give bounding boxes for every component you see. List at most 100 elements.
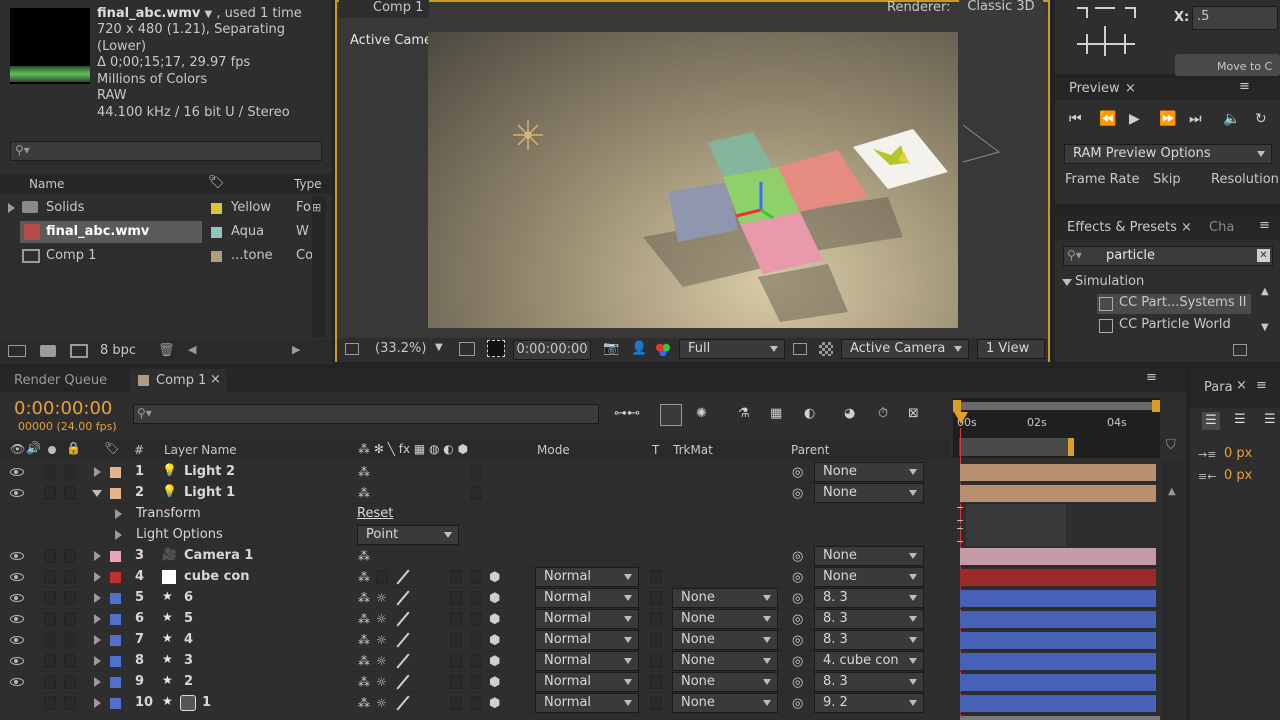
- align-grid-icon[interactable]: [1075, 6, 1137, 58]
- brainstorm-icon[interactable]: ◐: [804, 406, 815, 421]
- light-type-dropdown[interactable]: Point: [357, 525, 459, 545]
- layer-name[interactable]: 3: [184, 653, 193, 668]
- 3d-layer-icon[interactable]: ⬢: [489, 591, 500, 606]
- keyframe-nav-icon[interactable]: [957, 528, 963, 542]
- quality-icon[interactable]: [396, 675, 410, 689]
- preserve-transparency-box[interactable]: [650, 654, 662, 668]
- expand-icon[interactable]: [94, 551, 101, 561]
- panel-menu-icon[interactable]: ≡: [1256, 378, 1267, 393]
- 3d-layer-icon[interactable]: ⬢: [489, 612, 500, 627]
- preserve-transparency-box[interactable]: [650, 591, 662, 605]
- mode-dropdown[interactable]: Normal: [535, 630, 639, 650]
- new-folder-icon[interactable]: [40, 345, 56, 357]
- draft-3d-icon[interactable]: [660, 404, 682, 426]
- layer-duration-bar[interactable]: [960, 674, 1156, 691]
- keyframe-nav-icon[interactable]: [957, 507, 963, 521]
- col-type[interactable]: Type: [294, 177, 322, 191]
- graph-editor-icon[interactable]: ⊠: [908, 406, 919, 421]
- parent-dropdown[interactable]: None: [814, 567, 924, 587]
- pick-whip-icon[interactable]: ◎: [792, 612, 803, 627]
- trash-icon[interactable]: 🗑: [158, 343, 175, 358]
- trkmat-dropdown[interactable]: None: [672, 588, 778, 608]
- label-swatch[interactable]: [110, 656, 121, 667]
- layer-row[interactable]: 5 ★ 6 ⁂ ☼ ⬢ Normal None ◎ 8. 3: [0, 588, 1160, 609]
- label-swatch[interactable]: [110, 467, 121, 478]
- collapse-transform-icon[interactable]: ☼: [376, 696, 387, 710]
- switch-box[interactable]: [450, 696, 462, 710]
- layer-row[interactable]: 9 ★ 2 ⁂ ☼ ⬢ Normal None ◎ 8. 3: [0, 672, 1160, 693]
- layer-name[interactable]: 5: [184, 611, 193, 626]
- effect-item-cc-particle-systems[interactable]: CC Part...Systems II: [1097, 294, 1251, 314]
- label-tag-icon[interactable]: 🏷: [104, 441, 119, 455]
- chevron-down-icon[interactable]: ▼: [435, 342, 443, 353]
- layer-name[interactable]: 1: [202, 695, 211, 710]
- bpc-toggle[interactable]: 8 bpc: [100, 343, 136, 358]
- expand-icon[interactable]: [8, 203, 15, 213]
- switch-box[interactable]: [470, 633, 482, 647]
- switch-box[interactable]: [470, 612, 482, 626]
- mode-dropdown[interactable]: Normal: [535, 588, 639, 608]
- switch-box[interactable]: [470, 696, 482, 710]
- first-frame-icon[interactable]: ⏮: [1069, 111, 1082, 127]
- parent-dropdown[interactable]: 9. 2: [814, 693, 924, 713]
- col-trkmat[interactable]: TrkMat: [673, 443, 713, 457]
- channel-icon[interactable]: [655, 342, 671, 356]
- eye-icon[interactable]: [10, 636, 24, 644]
- project-item-solids[interactable]: Solids Yellow Fo: [0, 197, 332, 219]
- col-mode[interactable]: Mode: [537, 443, 570, 457]
- switch-box[interactable]: [64, 633, 76, 647]
- switch-box[interactable]: [470, 486, 482, 500]
- project-scrollbar[interactable]: ⊞: [312, 197, 326, 337]
- frame-blending-icon[interactable]: ⚗: [738, 406, 750, 421]
- parent-dropdown[interactable]: None: [814, 483, 924, 503]
- switch-box[interactable]: [44, 549, 56, 563]
- work-area-start[interactable]: [953, 400, 961, 412]
- project-file-name[interactable]: final_abc.wmv: [97, 6, 200, 21]
- eye-icon[interactable]: [10, 615, 24, 623]
- switch-box[interactable]: [64, 486, 76, 500]
- collapse-transform-icon[interactable]: ☼: [376, 612, 387, 626]
- pick-whip-icon[interactable]: ◎: [792, 675, 803, 690]
- shy-switch-icon[interactable]: ⁂: [358, 696, 370, 710]
- project-search-input[interactable]: ⚲▾: [10, 141, 322, 161]
- quality-icon[interactable]: [396, 696, 410, 710]
- switch-box[interactable]: [450, 612, 462, 626]
- layer-row[interactable]: 6 ★ 5 ⁂ ☼ ⬢ Normal None ◎ 8. 3: [0, 609, 1160, 630]
- layer-duration-bar[interactable]: [960, 464, 1156, 481]
- expand-icon[interactable]: [94, 698, 101, 708]
- mode-dropdown[interactable]: Normal: [535, 693, 639, 713]
- render-queue-tab[interactable]: Render Queue: [14, 373, 107, 388]
- 3d-layer-icon[interactable]: ⬢: [489, 675, 500, 690]
- layer-name[interactable]: Light 1: [184, 485, 235, 500]
- switch-box[interactable]: [64, 612, 76, 626]
- navigator-end-handle[interactable]: [1068, 438, 1074, 456]
- switch-box[interactable]: [64, 549, 76, 563]
- preserve-transparency-box[interactable]: [650, 696, 662, 710]
- x-value-field[interactable]: .5: [1192, 6, 1278, 30]
- auto-keyframe-icon[interactable]: ◕: [844, 406, 855, 421]
- quality-icon[interactable]: [396, 591, 410, 605]
- switch-box[interactable]: [64, 654, 76, 668]
- shy-switch-icon[interactable]: ⁂: [358, 570, 370, 584]
- expand-icon[interactable]: [94, 677, 101, 687]
- renderer-dropdown[interactable]: Classic 3D: [959, 0, 1043, 18]
- lock-switch-icon[interactable]: 🔒: [66, 441, 81, 455]
- switch-box[interactable]: [64, 570, 76, 584]
- col-number[interactable]: #: [134, 443, 144, 457]
- layer-duration-bar[interactable]: [960, 485, 1156, 502]
- parent-dropdown[interactable]: 8. 3: [814, 588, 924, 608]
- mask-visibility-icon[interactable]: [487, 340, 505, 357]
- label-swatch[interactable]: [211, 227, 222, 238]
- 3d-layer-icon[interactable]: ⬢: [489, 570, 500, 585]
- expand-icon[interactable]: [94, 572, 101, 582]
- label-swatch[interactable]: [110, 698, 121, 709]
- comp-mini-flowchart-icon[interactable]: ⊶⊷: [614, 406, 640, 421]
- last-frame-icon[interactable]: ⏭: [1189, 111, 1202, 127]
- layer-name[interactable]: Camera 1: [184, 548, 253, 563]
- layer-row[interactable]: 7 ★ 4 ⁂ ☼ ⬢ Normal None ◎ 8. 3: [0, 630, 1160, 651]
- pick-whip-icon[interactable]: ◎: [792, 486, 803, 501]
- collapse-icon[interactable]: [1062, 279, 1072, 286]
- audio-switch-icon[interactable]: 🔊: [26, 441, 41, 455]
- scroll-right-icon[interactable]: ▶: [292, 343, 300, 356]
- effect-item-cc-particle-world[interactable]: CC Particle World: [1097, 316, 1251, 336]
